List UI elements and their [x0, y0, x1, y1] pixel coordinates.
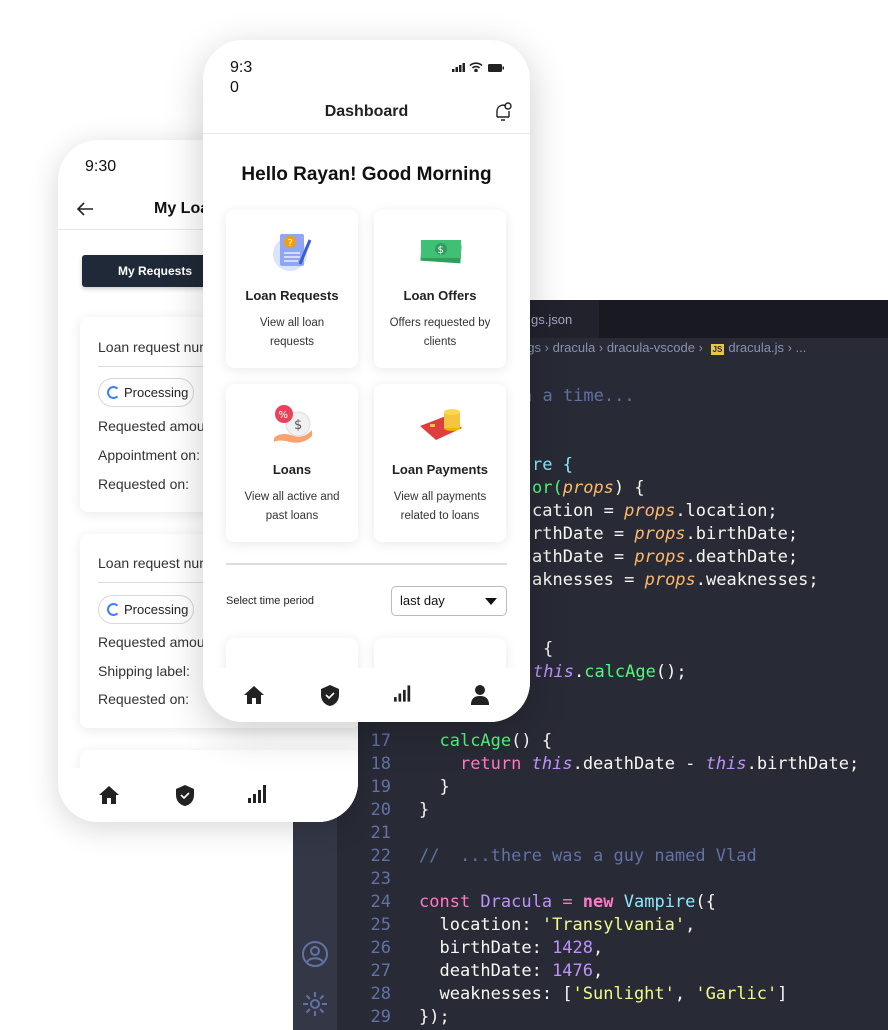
- bottom-nav: [58, 768, 358, 822]
- svg-text:%: %: [279, 410, 289, 421]
- status-time: 9:30: [85, 158, 117, 175]
- js-file-icon: JS: [710, 344, 725, 355]
- svg-text:$: $: [438, 245, 444, 256]
- tile-title: Loans: [272, 462, 312, 477]
- breadcrumb: rgs › dracula › dracula-vscode › JS dracu…: [523, 340, 807, 355]
- line-number: 25: [370, 915, 391, 935]
- refresh-icon: [107, 603, 120, 616]
- money-bills-icon: $: [420, 240, 462, 264]
- code-line: // ...there was a guy named Vlad: [419, 846, 757, 866]
- code-line: this.calcAge();: [533, 662, 687, 682]
- wifi-icon: [469, 62, 483, 73]
- loan-request-number: Loan request num: [98, 339, 211, 355]
- line-number: 26: [370, 938, 391, 958]
- code-line: const Dracula = new Vampire({: [419, 892, 716, 912]
- code-line: location: 'Transylvania',: [419, 915, 696, 935]
- svg-text:$: $: [294, 418, 302, 433]
- settings-icon[interactable]: [301, 990, 329, 1018]
- tile-loan-payments[interactable]: Loan Payments View all payments related …: [374, 384, 506, 542]
- breadcrumb-item[interactable]: dracula.js: [728, 340, 784, 355]
- tile-loan-requests[interactable]: ? Loan Requests View all loan requests: [226, 210, 358, 368]
- code-line: birthDate: 1428,: [419, 938, 604, 958]
- shield-check-icon[interactable]: [321, 685, 339, 706]
- signal-icon[interactable]: [248, 785, 268, 803]
- signal-icon[interactable]: [394, 685, 412, 702]
- shield-check-icon[interactable]: [176, 785, 194, 806]
- battery-icon: [487, 64, 504, 72]
- loan-request-number: Loan request num: [98, 555, 211, 571]
- breadcrumb-item[interactable]: dracula: [553, 340, 596, 355]
- line-number: 23: [370, 869, 391, 889]
- page-title: My Loa: [154, 200, 210, 217]
- tile-loan-offers[interactable]: $ Loan Offers Offers requested by client…: [374, 210, 506, 368]
- card-row: Appointment on:: [98, 447, 200, 463]
- code-line: });: [419, 1007, 450, 1027]
- account-icon[interactable]: [301, 940, 329, 968]
- card-row: Shipping label:: [98, 663, 190, 679]
- refresh-icon: [107, 386, 120, 399]
- tile-title: Loan Offers: [403, 288, 477, 303]
- tile-description: View all active and past loans: [244, 491, 340, 522]
- status-icons: [452, 59, 504, 77]
- bottom-nav: [203, 668, 530, 722]
- code-line: n a time...: [522, 386, 635, 406]
- tile-description: View all payments related to loans: [393, 491, 487, 522]
- back-arrow-icon[interactable]: [76, 201, 94, 217]
- card-row: Requested amour: [98, 634, 210, 650]
- code-line: }: [419, 800, 430, 820]
- code-line: {: [543, 639, 554, 659]
- loan-request-document-icon: ?: [273, 234, 312, 271]
- code-line: or(props) {: [532, 478, 645, 498]
- line-number: 21: [370, 823, 391, 843]
- code-line: calcAge() {: [439, 731, 553, 751]
- loan-hand-money-icon: $%: [274, 405, 312, 443]
- code-line: deathDate: 1476,: [419, 961, 604, 981]
- code-line: rthDate = props.birthDate;: [532, 524, 799, 544]
- dashboard-phone: 9:3 0 Dashboard Hello Rayan! Good Mornin…: [203, 40, 530, 722]
- code-line: aknesses = props.weaknesses;: [532, 570, 819, 590]
- status-badge: Processing: [98, 595, 194, 624]
- line-number: 24: [370, 892, 391, 912]
- line-number: 29: [370, 1007, 391, 1027]
- tile-title: Loan Requests: [245, 288, 339, 303]
- tile-description: Offers requested by clients: [389, 317, 491, 348]
- status-badge: Processing: [98, 378, 194, 407]
- card-row: Requested amour: [98, 418, 210, 434]
- code-line: return this.deathDate - this.birthDate;: [459, 754, 860, 774]
- line-number: 28: [370, 984, 391, 1004]
- card-row: Requested on:: [98, 476, 190, 492]
- code-line: weaknesses: ['Sunlight', 'Garlic']: [419, 984, 788, 1004]
- caret-down-icon: [485, 598, 497, 605]
- code-line: }: [419, 777, 450, 797]
- user-icon[interactable]: [471, 685, 489, 705]
- time-period-select[interactable]: last day: [391, 586, 507, 616]
- time-period-value: last day: [400, 593, 445, 608]
- divider: [226, 563, 507, 565]
- svg-text:?: ?: [288, 238, 293, 249]
- tile-loans[interactable]: $% Loans View all active and past loans: [226, 384, 358, 542]
- code-line: athDate = props.deathDate;: [532, 547, 799, 567]
- status-time: 9:3 0: [230, 59, 253, 96]
- home-icon[interactable]: [244, 685, 264, 705]
- breadcrumb-item[interactable]: dracula-vscode: [607, 340, 695, 355]
- greeting: Hello Rayan! Good Morning: [241, 164, 492, 185]
- time-period-label: Select time period: [226, 595, 315, 607]
- breadcrumb-item[interactable]: ...: [796, 340, 807, 355]
- card-row: Requested on:: [98, 691, 190, 707]
- tile-title: Loan Payments: [391, 462, 489, 477]
- page-title: Dashboard: [324, 103, 409, 120]
- tile-description: View all loan requests: [259, 317, 325, 348]
- line-number: 27: [370, 961, 391, 981]
- code-line: cation = props.location;: [532, 501, 778, 521]
- card-coins-icon: [420, 409, 462, 440]
- line-number: 22: [370, 846, 391, 866]
- code-line: re {: [532, 455, 573, 475]
- bell-icon[interactable]: [494, 102, 512, 122]
- home-icon[interactable]: [99, 785, 119, 805]
- divider: [203, 133, 530, 134]
- signal-icon: [452, 63, 465, 72]
